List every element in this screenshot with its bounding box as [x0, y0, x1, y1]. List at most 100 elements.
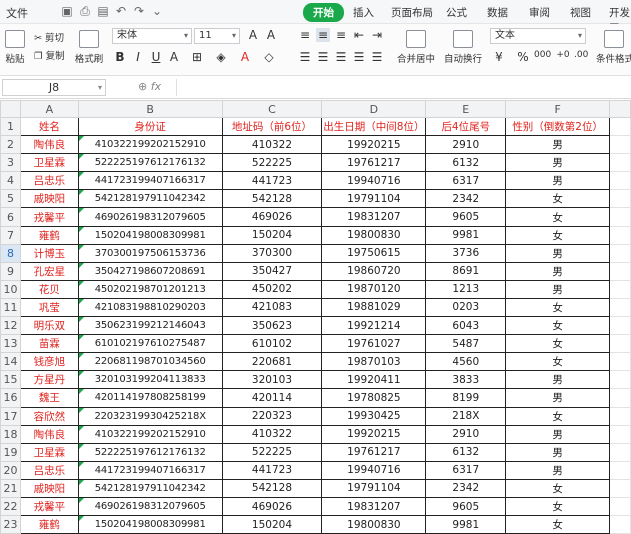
percent-icon[interactable]: % [516, 50, 530, 64]
row-header[interactable]: 23 [0, 515, 21, 534]
column-title-cell[interactable]: 性别（倒数第2位） [505, 116, 611, 137]
row-header[interactable]: 10 [0, 279, 21, 299]
column-header-f[interactable]: F [505, 100, 611, 118]
row-header[interactable]: 12 [0, 316, 21, 336]
id-number-cell[interactable]: 410322199202152910 [77, 424, 223, 444]
address-code-cell[interactable]: 522225 [221, 442, 323, 462]
tail-number-cell[interactable]: 218X [425, 406, 507, 426]
chevron-down-icon[interactable]: ⌄ [150, 4, 164, 18]
row-header[interactable]: 13 [0, 334, 21, 354]
tail-number-cell[interactable]: 6317 [425, 460, 507, 480]
row-header[interactable]: 6 [0, 207, 21, 227]
gender-cell[interactable]: 男 [505, 424, 611, 444]
name-cell[interactable]: 容欣然 [19, 406, 79, 426]
tail-number-cell[interactable]: 4560 [425, 352, 507, 372]
name-cell[interactable]: 雍鹤 [19, 515, 79, 534]
empty-cell[interactable] [609, 370, 631, 390]
tab-data[interactable]: 数据 [487, 5, 508, 20]
id-number-cell[interactable]: 469026198312079605 [77, 496, 223, 517]
birth-date-cell[interactable]: 19860720 [321, 261, 427, 281]
empty-cell[interactable] [609, 460, 631, 480]
id-number-cell[interactable]: 350623199212146043 [77, 316, 223, 336]
name-cell[interactable]: 计博玉 [19, 243, 79, 263]
tail-number-cell[interactable]: 2910 [425, 135, 507, 155]
tail-number-cell[interactable]: 9981 [425, 515, 507, 534]
tab-formulas[interactable]: 公式 [446, 5, 467, 20]
id-number-cell[interactable]: 522225197612176132 [77, 153, 223, 173]
select-all-corner[interactable] [0, 100, 21, 118]
address-code-cell[interactable]: 350427 [221, 261, 323, 281]
name-cell[interactable]: 戎馨平 [19, 496, 79, 517]
indent-decrease-icon[interactable]: ⇤ [352, 28, 366, 42]
empty-cell[interactable] [609, 243, 631, 263]
id-number-cell[interactable]: 410322199202152910 [77, 135, 223, 155]
birth-date-cell[interactable]: 19940716 [321, 171, 427, 191]
address-code-cell[interactable]: 469026 [221, 496, 323, 517]
id-number-cell[interactable]: 610102197610275487 [77, 334, 223, 354]
id-number-cell[interactable]: 350427198607208691 [77, 261, 223, 281]
font-color-icon[interactable]: A [238, 50, 252, 64]
birth-date-cell[interactable]: 19761217 [321, 442, 427, 462]
number-format-select[interactable]: 文本 ▾ [490, 28, 586, 44]
eraser-icon[interactable]: ◇ [262, 50, 276, 64]
increase-decimal-icon[interactable]: +0 [556, 50, 570, 60]
birth-date-cell[interactable]: 19831207 [321, 207, 427, 227]
decrease-decimal-icon[interactable]: .00 [574, 50, 588, 60]
distribute-icon[interactable]: ☰ [370, 50, 384, 64]
tab-insert[interactable]: 插入 [353, 5, 374, 20]
name-cell[interactable]: 戎馨平 [19, 207, 79, 227]
tail-number-cell[interactable]: 6132 [425, 442, 507, 462]
birth-date-cell[interactable]: 19780825 [321, 388, 427, 408]
tail-number-cell[interactable]: 2910 [425, 424, 507, 444]
name-cell[interactable]: 戚映阳 [19, 478, 79, 498]
column-header-g[interactable] [609, 100, 631, 118]
birth-date-cell[interactable]: 19800830 [321, 225, 427, 245]
address-code-cell[interactable]: 542128 [221, 478, 323, 498]
gender-cell[interactable]: 男 [505, 261, 611, 281]
print-icon[interactable]: ⎙ [78, 4, 92, 18]
empty-cell[interactable] [609, 406, 631, 426]
name-cell[interactable]: 戚映阳 [19, 189, 79, 209]
address-code-cell[interactable]: 410322 [221, 135, 323, 155]
tab-home[interactable]: 开始 [303, 3, 344, 22]
birth-date-cell[interactable]: 19761027 [321, 334, 427, 354]
empty-cell[interactable] [609, 478, 631, 498]
conditional-format-button[interactable]: 条件格式 [596, 30, 631, 65]
address-code-cell[interactable]: 421083 [221, 297, 323, 318]
birth-date-cell[interactable]: 19800830 [321, 515, 427, 534]
address-code-cell[interactable]: 220323 [221, 406, 323, 426]
tail-number-cell[interactable]: 3736 [425, 243, 507, 263]
gender-cell[interactable]: 女 [505, 207, 611, 227]
birth-date-cell[interactable]: 19831207 [321, 496, 427, 517]
merge-center-button[interactable]: 合并居中 [394, 30, 438, 65]
id-number-cell[interactable]: 370300197506153736 [77, 243, 223, 263]
id-number-cell[interactable]: 441723199407166317 [77, 460, 223, 480]
empty-cell[interactable] [609, 135, 631, 155]
id-number-cell[interactable]: 542128197911042342 [77, 189, 223, 209]
id-number-cell[interactable]: 450202198701201213 [77, 279, 223, 299]
birth-date-cell[interactable]: 19921214 [321, 316, 427, 336]
column-title-cell[interactable]: 出生日期（中间8位） [321, 116, 427, 137]
name-cell[interactable]: 雍鹤 [19, 225, 79, 245]
address-code-cell[interactable]: 370300 [221, 243, 323, 263]
empty-cell[interactable] [609, 515, 631, 534]
italic-icon[interactable]: I [131, 50, 145, 64]
gender-cell[interactable]: 男 [505, 135, 611, 155]
id-number-cell[interactable]: 522225197612176132 [77, 442, 223, 462]
align-center-icon[interactable]: ☰ [316, 50, 330, 64]
birth-date-cell[interactable]: 19881029 [321, 297, 427, 318]
name-cell[interactable]: 卫星霖 [19, 442, 79, 462]
tail-number-cell[interactable]: 6043 [425, 316, 507, 336]
id-number-cell[interactable]: 320103199204113833 [77, 370, 223, 390]
gender-cell[interactable]: 女 [505, 478, 611, 498]
column-header-d[interactable]: D [321, 100, 427, 118]
tail-number-cell[interactable]: 6317 [425, 171, 507, 191]
name-cell[interactable]: 卫星霖 [19, 153, 79, 173]
tail-number-cell[interactable]: 0203 [425, 297, 507, 318]
print-preview-icon[interactable]: ▤ [96, 4, 110, 18]
file-menu[interactable]: 文件 [6, 5, 28, 21]
gender-cell[interactable]: 女 [505, 406, 611, 426]
gender-cell[interactable]: 男 [505, 442, 611, 462]
increase-font-icon[interactable]: A [246, 28, 260, 42]
tail-number-cell[interactable]: 5487 [425, 334, 507, 354]
